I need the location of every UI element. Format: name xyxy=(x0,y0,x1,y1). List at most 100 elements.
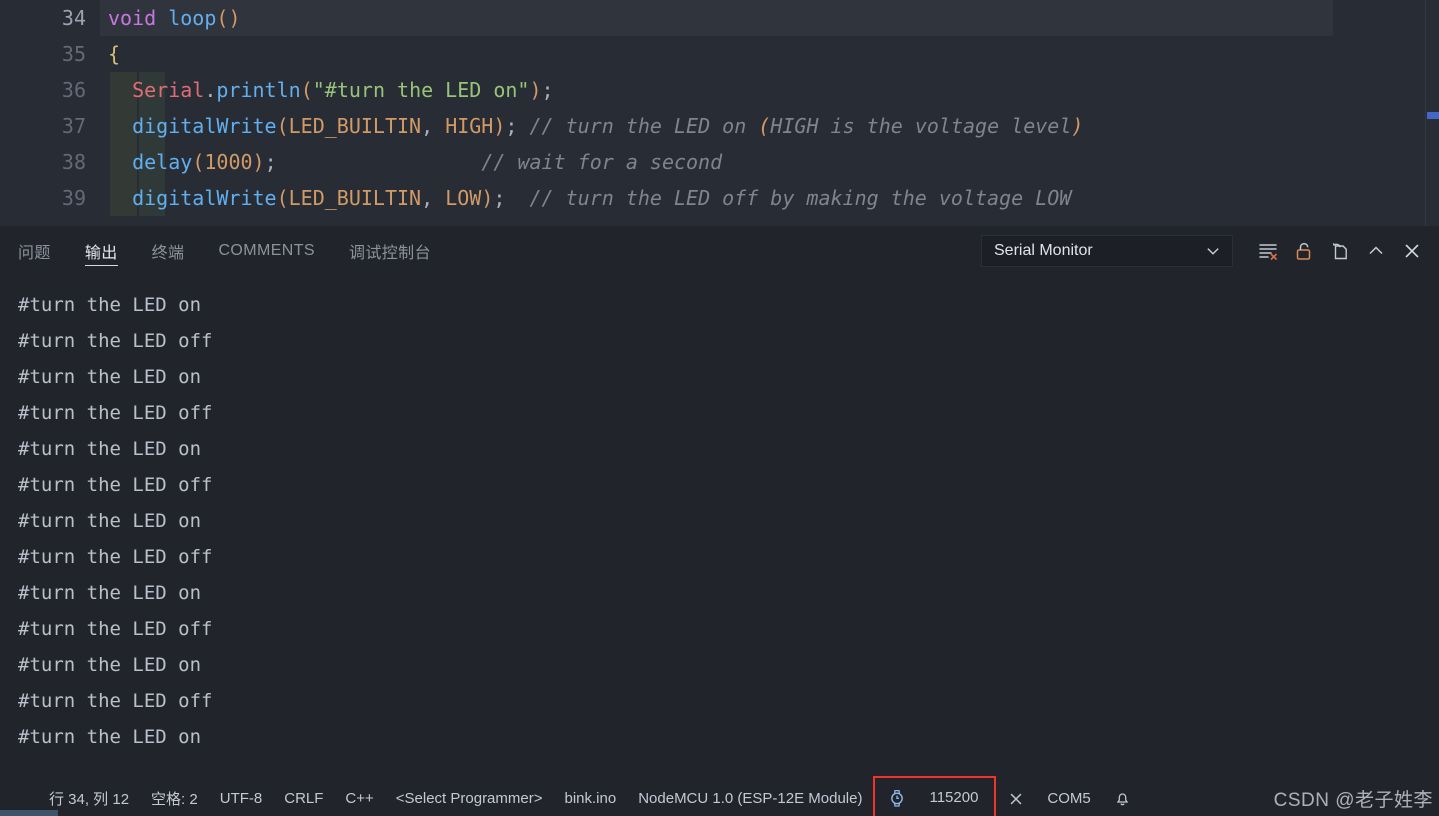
code-token: // wait for a second xyxy=(276,150,723,174)
code-line[interactable]: 39 digitalWrite(LED_BUILTIN, LOW); // tu… xyxy=(0,180,1439,216)
code-token: ) xyxy=(1071,114,1084,138)
tab-terminal[interactable]: 终端 xyxy=(152,226,185,275)
code-line[interactable]: 36 Serial.println("#turn the LED on"); xyxy=(0,72,1439,108)
output-line: #turn the LED on xyxy=(18,366,202,388)
status-select-programmer[interactable]: <Select Programmer> xyxy=(385,781,554,816)
code-token: ; xyxy=(493,186,506,210)
code-token: ; xyxy=(505,114,518,138)
code-token: ; xyxy=(541,78,554,102)
code-token: digitalWrite xyxy=(132,186,277,210)
close-icon xyxy=(1011,793,1022,804)
status-bar-left: 行 34, 列 12 空格: 2 UTF-8 CRLF C++ <Select … xyxy=(0,775,1143,816)
code-token: LED_BUILTIN xyxy=(288,114,422,138)
status-baud-rate[interactable]: 115200 xyxy=(873,775,997,816)
code-token: . xyxy=(204,78,217,102)
code-token: ) xyxy=(481,186,494,210)
code-line[interactable]: 38 delay(1000); // wait for a second xyxy=(0,144,1439,180)
code-token: ) xyxy=(228,6,241,30)
close-panel-icon[interactable] xyxy=(1397,236,1427,266)
status-board[interactable]: NodeMCU 1.0 (ESP-12E Module) xyxy=(627,781,873,816)
vscode-window: 34 void loop() 35{36 Serial.println("#turn… xyxy=(0,0,1439,816)
line-number: 39 xyxy=(61,186,86,210)
output-line: #turn the LED on xyxy=(18,582,202,604)
code-text: digitalWrite(LED_BUILTIN, LOW); // turn … xyxy=(108,180,1071,216)
output-line: #turn the LED off xyxy=(18,690,213,712)
output-content[interactable]: #turn the LED on #turn the LED off #turn t… xyxy=(0,275,1439,780)
csdn-watermark: CSDN @老子姓李 xyxy=(1273,790,1433,811)
baud-rate-value: 115200 xyxy=(929,789,979,806)
tab-problems[interactable]: 问题 xyxy=(18,226,51,275)
tab-output[interactable]: 输出 xyxy=(84,226,118,275)
code-token: { xyxy=(108,42,121,66)
code-token: println xyxy=(216,78,301,102)
overview-ruler[interactable] xyxy=(1425,0,1439,226)
tab-debug-console[interactable]: 调试控制台 xyxy=(349,226,431,275)
panel-tab-list: 问题 输出 终端 COMMENTS 调试控制台 xyxy=(18,226,465,275)
code-token: void xyxy=(108,6,157,30)
output-line: #turn the LED off xyxy=(18,546,213,568)
remote-indicator[interactable] xyxy=(0,810,58,816)
code-token: HIGH is the voltage level xyxy=(770,114,1072,138)
status-notifications[interactable] xyxy=(1102,781,1143,816)
code-token: delay xyxy=(132,150,193,174)
code-token: // turn the LED off by making the voltag… xyxy=(505,186,1072,210)
bell-icon xyxy=(1116,793,1128,806)
output-line: #turn the LED on xyxy=(18,654,202,676)
status-language-mode[interactable]: C++ xyxy=(334,781,384,816)
open-new-window-icon[interactable] xyxy=(1325,236,1355,266)
output-line: #turn the LED on xyxy=(18,294,202,316)
collapse-panel-icon[interactable] xyxy=(1361,236,1391,266)
status-disconnect-button[interactable] xyxy=(996,781,1036,816)
code-line[interactable]: 34 void loop() xyxy=(0,0,1439,36)
code-text: void loop() xyxy=(108,0,240,36)
code-text: { xyxy=(108,36,120,72)
unlock-icon[interactable] xyxy=(1289,236,1319,266)
output-line: #turn the LED off xyxy=(18,618,213,640)
editor-right-margin xyxy=(1333,0,1425,226)
code-editor[interactable]: 34 void loop() 35{36 Serial.println("#turn… xyxy=(0,0,1439,226)
code-lines: 34 void loop() 35{36 Serial.println("#turn… xyxy=(0,0,1439,216)
bottom-panel: 问题 输出 终端 COMMENTS 调试控制台 Serial Monitor #… xyxy=(0,226,1439,780)
line-number: 36 xyxy=(61,78,86,102)
output-line: #turn the LED on xyxy=(18,510,202,532)
code-token: HIGH xyxy=(445,114,494,138)
code-token: loop xyxy=(168,6,217,30)
watch-icon xyxy=(887,788,907,808)
status-encoding[interactable]: UTF-8 xyxy=(209,781,274,816)
code-token: ; xyxy=(264,150,277,174)
status-indentation[interactable]: 空格: 2 xyxy=(140,781,209,816)
code-token: LED_BUILTIN xyxy=(288,186,422,210)
clear-output-icon[interactable] xyxy=(1253,236,1283,266)
tab-comments[interactable]: COMMENTS xyxy=(218,226,315,275)
code-token: 1000 xyxy=(204,150,253,174)
code-token: // turn the LED on xyxy=(517,114,759,138)
code-token: LOW xyxy=(445,186,482,210)
code-line[interactable]: 35 { xyxy=(0,36,1439,72)
line-number: 38 xyxy=(61,150,86,174)
code-token: Serial xyxy=(132,78,205,102)
code-token: ( xyxy=(758,114,771,138)
code-text: Serial.println("#turn the LED on"); xyxy=(108,72,554,108)
status-sketch-name[interactable]: bink.ino xyxy=(554,781,628,816)
code-line[interactable]: 37 digitalWrite(LED_BUILTIN, HIGH); // t… xyxy=(0,108,1439,144)
line-number: 34 xyxy=(61,6,86,30)
code-token: , xyxy=(421,114,446,138)
code-token: ( xyxy=(276,114,289,138)
code-token: ( xyxy=(300,78,313,102)
code-token: ) xyxy=(529,78,542,102)
output-channel-select[interactable]: Serial Monitor xyxy=(981,234,1233,267)
status-serial-port[interactable]: COM5 xyxy=(1036,781,1101,816)
code-token: "#turn the LED on" xyxy=(312,78,530,102)
code-token: ( xyxy=(216,6,229,30)
status-eol[interactable]: CRLF xyxy=(273,781,334,816)
ruler-marker xyxy=(1427,112,1439,119)
code-token: ( xyxy=(276,186,289,210)
output-line: #turn the LED off xyxy=(18,402,213,424)
panel-actions: Serial Monitor xyxy=(981,226,1427,275)
output-channel-label: Serial Monitor xyxy=(994,241,1093,259)
output-line: #turn the LED off xyxy=(18,330,213,352)
code-token: ) xyxy=(493,114,506,138)
